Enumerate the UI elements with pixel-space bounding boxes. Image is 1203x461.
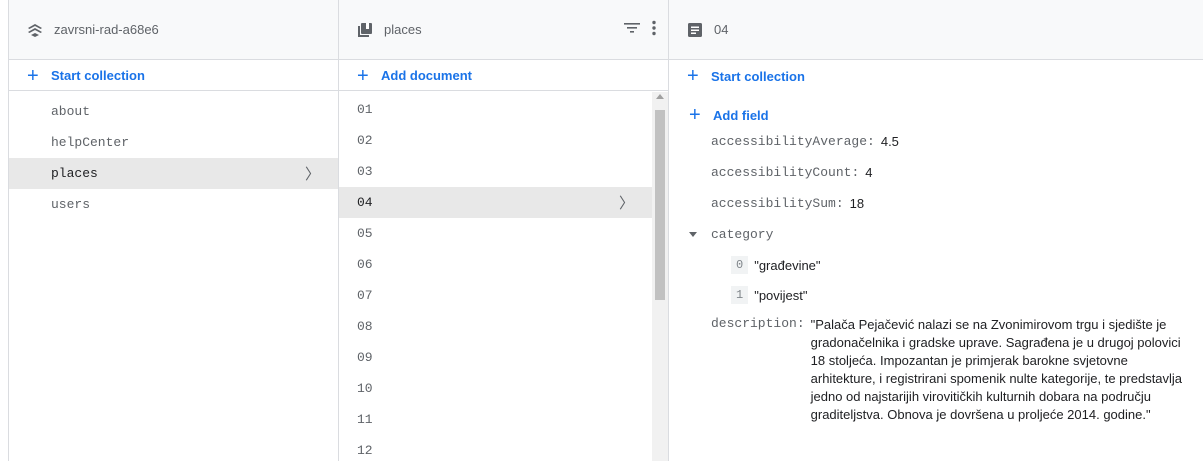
field-key: accessibilityAverage	[711, 134, 868, 149]
document-item[interactable]: 06	[339, 249, 652, 280]
more-vert-icon[interactable]	[652, 20, 656, 41]
document-icon	[687, 22, 703, 38]
scroll-up-arrow-icon[interactable]	[656, 94, 664, 99]
chevron-right-icon: 〉	[618, 194, 634, 212]
document-list-scrollbar[interactable]	[652, 92, 668, 461]
document-title: 04	[714, 22, 729, 37]
start-collection-label: Start collection	[51, 68, 145, 83]
collection-item-label: users	[51, 197, 91, 212]
add-document-button[interactable]: + Add document	[339, 61, 668, 91]
add-field-button[interactable]: + Add field	[669, 96, 1203, 134]
document-item[interactable]: 03	[339, 156, 652, 187]
document-item[interactable]: 05	[339, 218, 652, 249]
filter-icon[interactable]	[624, 21, 640, 39]
document-header: 04	[669, 0, 1203, 60]
array-index: 1	[731, 286, 749, 304]
plus-icon: +	[357, 64, 369, 87]
field-accessibility-count[interactable]: accessibilityCount: 4	[669, 165, 1203, 180]
document-item[interactable]: 10	[339, 373, 652, 404]
document-id: 03	[357, 164, 373, 179]
documents-panel: places + Add document 01 02 03 04 〉 05 0…	[339, 0, 669, 461]
field-colon: :	[835, 196, 844, 211]
add-field-label: Add field	[713, 107, 769, 123]
collection-item-helpcenter[interactable]: helpCenter	[9, 127, 338, 158]
collection-item-label: helpCenter	[51, 135, 130, 150]
document-list: 01 02 03 04 〉 05 06 07 08 09 10 11 12	[339, 94, 652, 461]
collection-title: places	[384, 22, 422, 37]
collections-panel: zavrsni-rad-a68e6 + Start collection abo…	[8, 0, 339, 461]
document-item[interactable]: 12	[339, 435, 652, 461]
field-accessibility-average[interactable]: accessibilityAverage: 4.5	[669, 134, 1203, 149]
document-item[interactable]: 11	[339, 404, 652, 435]
documents-header-actions	[624, 0, 656, 60]
document-id: 12	[357, 443, 373, 458]
collection-icon	[357, 22, 373, 38]
start-collection-button[interactable]: + Start collection	[9, 61, 338, 91]
field-value: 4	[865, 165, 873, 180]
collection-item-users[interactable]: users	[9, 189, 338, 220]
field-value: 18	[849, 196, 865, 211]
plus-icon: +	[27, 64, 39, 87]
field-colon: :	[867, 134, 875, 149]
array-item[interactable]: 0 "građevine"	[669, 256, 1203, 274]
field-colon: :	[796, 316, 805, 331]
document-id: 06	[357, 257, 373, 272]
document-id: 11	[357, 412, 373, 427]
collection-item-label: about	[51, 104, 91, 119]
documents-header: places	[339, 0, 668, 60]
document-id: 04	[357, 195, 373, 210]
collection-item-label: places	[51, 166, 98, 181]
document-item[interactable]: 07	[339, 280, 652, 311]
start-subcollection-button[interactable]: + Start collection	[669, 61, 1203, 91]
start-collection-label: Start collection	[711, 68, 805, 84]
field-key: description	[711, 316, 797, 331]
array-value: "građevine"	[754, 257, 821, 273]
collections-header: zavrsni-rad-a68e6	[9, 0, 338, 60]
document-panel: 04 + Start collection + Add field access…	[669, 0, 1203, 461]
field-category[interactable]: category	[669, 227, 1203, 242]
array-value: "povijest"	[754, 287, 808, 303]
document-item[interactable]: 02	[339, 125, 652, 156]
collection-item-places[interactable]: places 〉	[9, 158, 338, 189]
field-value: 4.5	[880, 134, 899, 149]
array-item[interactable]: 1 "povijest"	[669, 286, 1203, 304]
field-colon: :	[851, 165, 860, 180]
field-accessibility-sum[interactable]: accessibilitySum: 18	[669, 196, 1203, 211]
collection-list: about helpCenter places 〉 users	[9, 96, 338, 220]
add-document-label: Add document	[381, 68, 472, 83]
plus-icon: +	[687, 65, 699, 87]
document-item[interactable]: 08	[339, 311, 652, 342]
chevron-right-icon: 〉	[304, 165, 320, 183]
caret-down-icon[interactable]	[689, 232, 697, 237]
document-id: 01	[357, 102, 373, 117]
field-key: accessibilitySum	[711, 196, 836, 211]
plus-icon: +	[689, 104, 701, 126]
collection-item-about[interactable]: about	[9, 96, 338, 127]
scrollbar-thumb[interactable]	[655, 110, 665, 300]
field-key: accessibilityCount	[711, 165, 852, 180]
document-item[interactable]: 09	[339, 342, 652, 373]
document-id: 09	[357, 350, 373, 365]
document-id: 02	[357, 133, 373, 148]
field-value: "Palača Pejačević nalazi se na Zvonimiro…	[810, 317, 1183, 422]
field-list: + Add field accessibilityAverage: 4.5 ac…	[669, 96, 1203, 440]
project-title: zavrsni-rad-a68e6	[54, 22, 159, 37]
document-item-selected[interactable]: 04 〉	[339, 187, 652, 218]
document-id: 10	[357, 381, 373, 396]
document-id: 05	[357, 226, 373, 241]
field-description[interactable]: description: "Palača Pejačević nalazi se…	[669, 316, 1203, 424]
document-item[interactable]: 01	[339, 94, 652, 125]
database-icon	[27, 22, 43, 38]
field-key: category	[711, 227, 774, 242]
array-index: 0	[731, 256, 749, 274]
document-id: 07	[357, 288, 373, 303]
document-id: 08	[357, 319, 373, 334]
